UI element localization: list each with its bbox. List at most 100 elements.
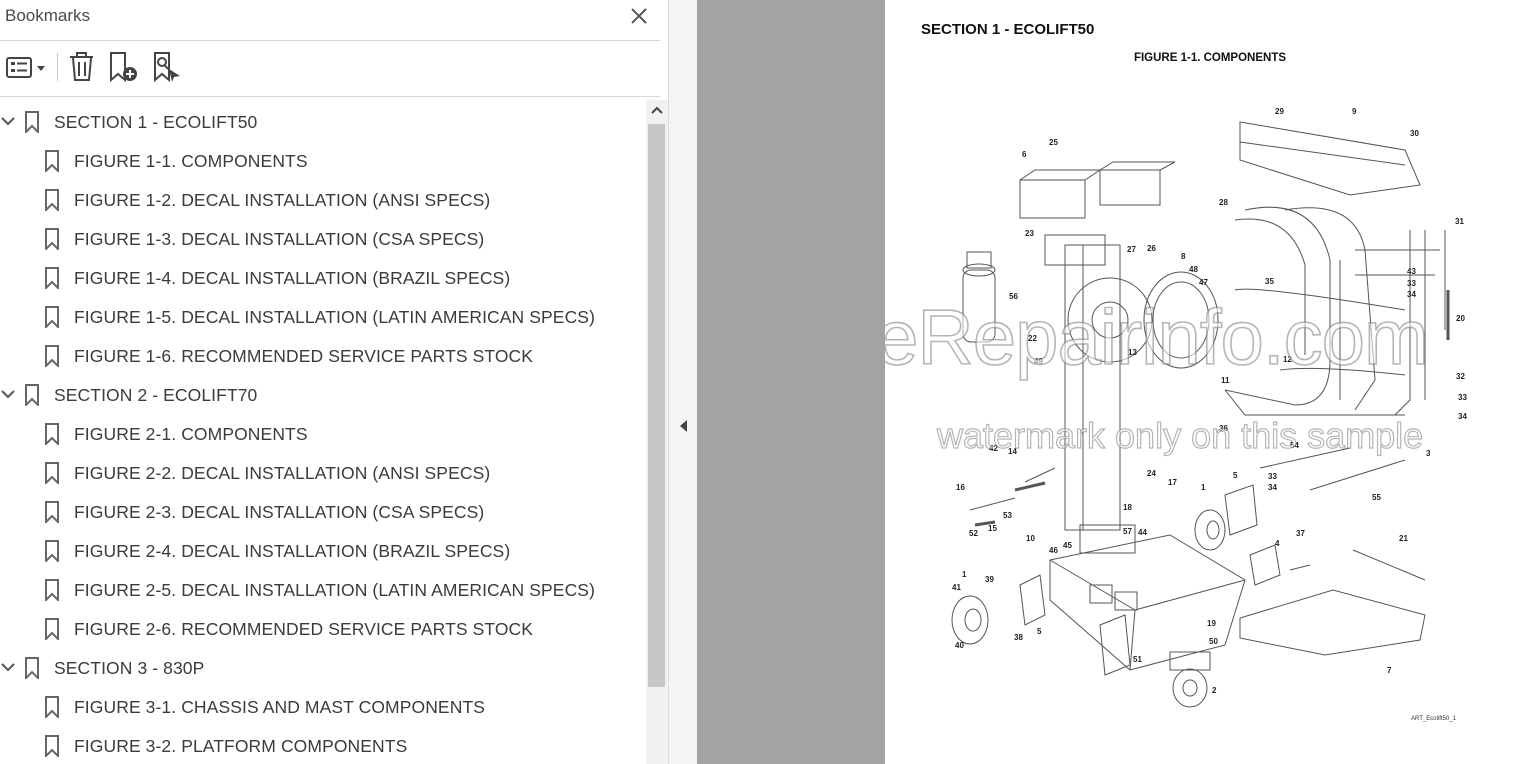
panel-title: Bookmarks — [5, 6, 91, 25]
panel-splitter[interactable] — [668, 0, 697, 764]
find-bookmark-button[interactable] — [151, 51, 183, 83]
bookmark-item[interactable]: FIGURE 1-4. DECAL INSTALLATION (BRAZIL S… — [0, 258, 646, 297]
chevron-down-icon[interactable] — [0, 387, 16, 401]
chevron-down-icon[interactable] — [0, 660, 16, 674]
bookmark-icon — [45, 501, 59, 523]
svg-text:5: 5 — [1037, 627, 1042, 636]
delete-bookmark-button[interactable] — [66, 51, 98, 83]
watermark-main: eRepairinfo.com — [885, 292, 1430, 382]
bookmark-icon — [25, 657, 39, 679]
bookmark-item[interactable]: FIGURE 1-6. RECOMMENDED SERVICE PARTS ST… — [0, 336, 646, 375]
svg-text:46: 46 — [1049, 546, 1058, 555]
svg-text:8: 8 — [1181, 252, 1186, 261]
bookmark-section-2[interactable]: SECTION 2 - ECOLIFT70 — [0, 375, 646, 414]
svg-text:3: 3 — [1426, 449, 1431, 458]
bookmark-icon — [45, 462, 59, 484]
bookmark-icon — [45, 189, 59, 211]
svg-text:37: 37 — [1296, 529, 1305, 538]
svg-text:33: 33 — [1458, 393, 1467, 402]
bookmark-label: FIGURE 3-2. PLATFORM COMPONENTS — [74, 736, 408, 756]
bookmark-item[interactable]: FIGURE 1-5. DECAL INSTALLATION (LATIN AM… — [0, 297, 646, 336]
bookmark-item[interactable]: FIGURE 2-2. DECAL INSTALLATION (ANSI SPE… — [0, 453, 646, 492]
bookmark-label: SECTION 3 - 830P — [54, 658, 205, 678]
bookmark-label: FIGURE 2-1. COMPONENTS — [74, 424, 308, 444]
bookmarks-tree: SECTION 1 - ECOLIFT50 FIGURE 1-1. COMPON… — [0, 97, 646, 764]
bookmark-label: FIGURE 1-3. DECAL INSTALLATION (CSA SPEC… — [74, 229, 485, 249]
svg-text:17: 17 — [1168, 478, 1177, 487]
document-background — [697, 0, 885, 764]
svg-text:50: 50 — [1209, 637, 1218, 646]
scroll-thumb[interactable] — [648, 124, 665, 687]
svg-text:55: 55 — [1372, 493, 1381, 502]
bookmark-item[interactable]: FIGURE 2-6. RECOMMENDED SERVICE PARTS ST… — [0, 609, 646, 648]
bookmark-icon — [25, 111, 39, 133]
svg-text:40: 40 — [955, 641, 964, 650]
chevron-up-icon — [651, 106, 663, 114]
add-bookmark-icon — [110, 52, 137, 83]
bookmark-icon — [45, 540, 59, 562]
bookmark-label: FIGURE 1-4. DECAL INSTALLATION (BRAZIL S… — [74, 268, 511, 288]
collapse-panel-button[interactable] — [677, 417, 689, 435]
bookmark-item[interactable]: FIGURE 1-1. COMPONENTS — [0, 141, 646, 180]
bookmarks-toolbar — [0, 41, 660, 97]
bookmark-item[interactable]: FIGURE 2-5. DECAL INSTALLATION (LATIN AM… — [0, 570, 646, 609]
bookmark-section-3[interactable]: SECTION 3 - 830P — [0, 648, 646, 687]
svg-text:2: 2 — [1212, 686, 1217, 695]
svg-text:19: 19 — [1207, 619, 1216, 628]
bookmark-item[interactable]: FIGURE 1-2. DECAL INSTALLATION (ANSI SPE… — [0, 180, 646, 219]
bookmark-item[interactable]: FIGURE 3-1. CHASSIS AND MAST COMPONENTS — [0, 687, 646, 726]
bookmark-section-1[interactable]: SECTION 1 - ECOLIFT50 — [0, 102, 646, 141]
bookmark-label: FIGURE 2-5. DECAL INSTALLATION (LATIN AM… — [74, 580, 596, 600]
svg-text:44: 44 — [1138, 528, 1147, 537]
bookmarks-scrollbar[interactable] — [646, 100, 668, 764]
svg-text:51: 51 — [1133, 655, 1142, 664]
svg-text:27: 27 — [1127, 245, 1136, 254]
bookmark-item[interactable]: FIGURE 2-3. DECAL INSTALLATION (CSA SPEC… — [0, 492, 646, 531]
document-page[interactable]: SECTION 1 - ECOLIFT50 FIGURE 1-1. COMPON… — [885, 0, 1529, 764]
svg-text:29: 29 — [1275, 107, 1284, 116]
svg-text:21: 21 — [1399, 534, 1408, 543]
svg-text:16: 16 — [956, 483, 965, 492]
bookmark-item[interactable]: FIGURE 2-4. DECAL INSTALLATION (BRAZIL S… — [0, 531, 646, 570]
bookmark-label: FIGURE 1-6. RECOMMENDED SERVICE PARTS ST… — [74, 346, 534, 366]
bookmark-icon — [45, 267, 59, 289]
close-icon — [631, 8, 647, 24]
art-code: ART_Ecolift50_1 — [1411, 716, 1456, 722]
bookmark-label: SECTION 1 - ECOLIFT50 — [54, 112, 258, 132]
svg-text:4: 4 — [1275, 539, 1280, 548]
bookmark-icon — [45, 306, 59, 328]
svg-text:38: 38 — [1014, 633, 1023, 642]
bookmark-icon — [25, 384, 39, 406]
svg-text:30: 30 — [1410, 129, 1419, 138]
svg-text:5: 5 — [1233, 471, 1238, 480]
svg-text:9: 9 — [1352, 107, 1357, 116]
bookmark-label: FIGURE 2-3. DECAL INSTALLATION (CSA SPEC… — [74, 502, 485, 522]
options-menu-button[interactable] — [4, 51, 48, 83]
svg-text:57: 57 — [1123, 527, 1132, 536]
trash-icon — [70, 52, 93, 81]
bookmark-item[interactable]: FIGURE 1-3. DECAL INSTALLATION (CSA SPEC… — [0, 219, 646, 258]
svg-text:39: 39 — [985, 575, 994, 584]
svg-text:48: 48 — [1189, 265, 1198, 274]
bookmark-label: FIGURE 2-4. DECAL INSTALLATION (BRAZIL S… — [74, 541, 511, 561]
svg-text:34: 34 — [1268, 483, 1277, 492]
new-bookmark-button[interactable] — [108, 51, 140, 83]
bookmark-icon — [45, 345, 59, 367]
svg-text:6: 6 — [1022, 150, 1027, 159]
bookmark-item[interactable]: FIGURE 3-2. PLATFORM COMPONENTS — [0, 726, 646, 764]
list-options-icon — [6, 57, 45, 78]
close-panel-button[interactable] — [626, 3, 652, 29]
bookmark-icon — [45, 423, 59, 445]
svg-text:1: 1 — [962, 570, 967, 579]
scroll-up-button[interactable] — [646, 100, 668, 120]
svg-text:35: 35 — [1265, 277, 1274, 286]
svg-text:31: 31 — [1455, 217, 1464, 226]
svg-text:1: 1 — [1201, 483, 1206, 492]
svg-text:25: 25 — [1049, 138, 1058, 147]
find-bookmark-icon — [154, 52, 180, 83]
bookmark-label: FIGURE 3-1. CHASSIS AND MAST COMPONENTS — [74, 697, 486, 717]
watermark-sub: watermark only on this sample — [936, 414, 1424, 456]
bookmark-item[interactable]: FIGURE 2-1. COMPONENTS — [0, 414, 646, 453]
bookmark-label: FIGURE 2-2. DECAL INSTALLATION (ANSI SPE… — [74, 463, 491, 483]
chevron-down-icon[interactable] — [0, 114, 16, 128]
